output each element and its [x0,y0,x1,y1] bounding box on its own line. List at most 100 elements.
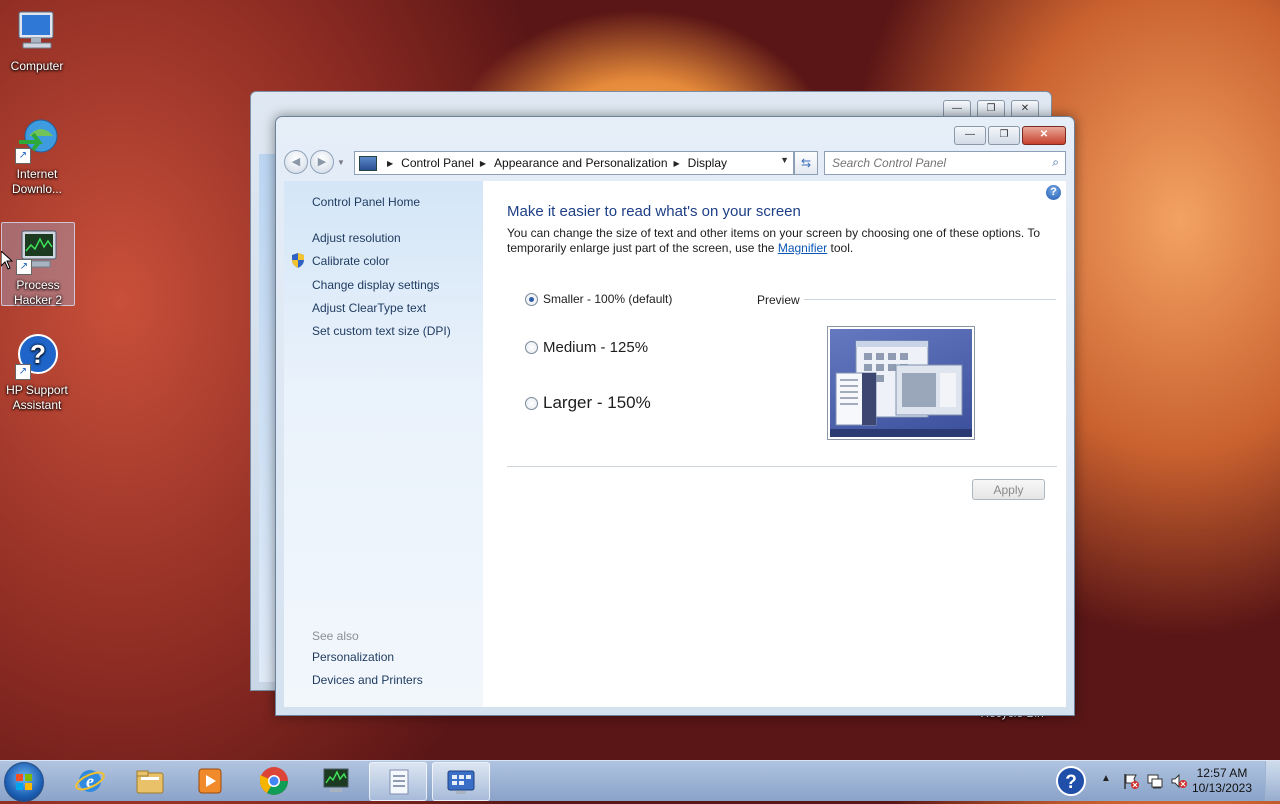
shortcut-arrow-icon: ↗ [15,148,31,164]
apply-button[interactable]: Apply [972,479,1045,500]
control-panel-home-link[interactable]: Control Panel Home [312,195,420,209]
taskbar-media-player[interactable] [182,762,238,799]
devices-and-printers-link[interactable]: Devices and Printers [312,673,423,687]
help-icon[interactable]: ? [1046,185,1061,200]
chevron-down-icon: ▼ [337,157,345,167]
breadcrumb-control-panel[interactable]: Control Panel [401,156,474,170]
preview-label: Preview [757,293,800,307]
refresh-button[interactable]: ⇆ [794,151,818,175]
personalization-link[interactable]: Personalization [312,650,394,664]
globe-download-icon: ↗ [13,116,61,164]
address-dropdown-icon[interactable]: ▼ [780,155,789,165]
desktop-icon-label: HP Support Assistant [6,383,68,412]
taskbar-control-panel[interactable] [432,762,490,801]
clock-time: 12:57 AM [1196,766,1248,780]
breadcrumb-arrow-icon[interactable]: ▶ [674,159,680,168]
calibrate-color-link[interactable]: Calibrate color [312,254,389,268]
preview-divider [804,299,1056,300]
control-panel-icon [447,770,475,794]
address-bar[interactable]: ▶ Control Panel ▶ Appearance and Persona… [354,151,794,175]
arrow-left-icon: ◀ [291,156,301,168]
breadcrumb-arrow-icon[interactable]: ▶ [480,159,486,168]
taskbar-process-hacker[interactable] [308,762,364,799]
custom-text-size-link[interactable]: Set custom text size (DPI) [312,324,451,338]
help-question-icon: ? ↗ [13,332,61,380]
control-panel-icon [359,155,377,171]
taskbar-file-explorer[interactable] [122,762,178,799]
display-control-panel-window[interactable]: — ❐ ✕ ◀ ▶ ▼ ▶ Control Panel ▶ Appearance… [275,116,1075,716]
computer-icon [13,8,61,56]
description-text: You can change the size of text and othe… [507,226,1041,255]
show-hidden-icons-chevron-icon[interactable]: ▲ [1101,773,1111,784]
volume-muted-icon[interactable] [1170,772,1188,793]
shortcut-arrow-icon: ↗ [15,364,31,380]
taskbar-internet-explorer[interactable]: e [62,762,118,799]
preview-windows-illustration [830,340,972,437]
search-box[interactable]: ⌕ [824,151,1066,175]
breadcrumb-appearance-personalization[interactable]: Appearance and Personalization [494,156,667,170]
action-center-flag-icon[interactable] [1122,772,1140,793]
windows-logo-icon [16,774,32,790]
process-hacker-icon: ↗ [14,227,62,275]
desktop-icon-label: Process Hacker 2 [13,278,63,307]
refresh-icon: ⇆ [800,156,812,170]
option-smaller[interactable]: Smaller - 100% (default) [525,292,672,306]
desktop-icon-hp-support-assistant[interactable]: ? ↗ HP Support Assistant [1,332,73,413]
radio-medium[interactable] [525,341,538,354]
taskbar-hp-support[interactable]: ? [1044,762,1098,799]
task-pane: Control Panel Home Adjust resolution Cal… [284,181,483,707]
forward-button[interactable]: ▶ [310,150,334,174]
clock-date: 10/13/2023 [1191,781,1252,795]
description-text-end: tool. [830,241,854,255]
option-label: Medium - 125% [543,339,649,356]
process-hacker-icon [323,768,349,792]
desktop-icon-internet-download-manager[interactable]: ↗ Internet Downlo... [1,116,73,197]
breadcrumb: ▶ Control Panel ▶ Appearance and Persona… [381,156,727,170]
uac-shield-icon [291,253,305,268]
see-also-heading: See also [312,629,359,643]
desktop-icon-label: Internet Downlo... [11,167,63,196]
breadcrumb-display[interactable]: Display [688,156,727,170]
adjust-cleartype-link[interactable]: Adjust ClearType text [312,301,426,315]
page-description: You can change the size of text and othe… [507,226,1047,256]
close-button[interactable]: ✕ [1022,126,1066,145]
magnifier-link[interactable]: Magnifier [778,241,827,255]
network-icon[interactable] [1146,772,1164,793]
minimize-button[interactable]: — [954,126,986,145]
option-larger[interactable]: Larger - 150% [525,393,651,413]
radio-larger[interactable] [525,396,538,410]
system-clock[interactable]: 12:57 AM 10/13/2023 [1192,766,1252,796]
section-divider [507,466,1057,467]
arrow-right-icon: ▶ [317,156,327,168]
search-input[interactable] [825,155,1044,171]
start-button[interactable] [4,762,44,802]
radio-smaller[interactable] [525,292,538,306]
page-title: Make it easier to read what's on your sc… [507,203,801,220]
preview-screen [830,329,972,437]
back-button[interactable]: ◀ [284,150,308,174]
preview-image [827,326,975,440]
internet-explorer-icon: e [75,769,105,792]
breadcrumb-arrow-icon[interactable]: ▶ [387,159,393,168]
svg-text:?: ? [30,339,46,369]
change-display-settings-link[interactable]: Change display settings [312,278,439,292]
taskbar: e ? ▲ 12:57 AM 10/13/2023 [0,760,1280,802]
taskbar-chrome[interactable] [246,762,302,799]
show-desktop-button[interactable] [1265,761,1280,801]
svg-text:?: ? [1065,772,1077,793]
document-icon [389,769,409,794]
folder-icon [136,770,164,793]
option-label: Larger - 150% [543,393,651,412]
adjust-resolution-link[interactable]: Adjust resolution [312,231,401,245]
option-label: Smaller - 100% (default) [543,292,673,306]
option-medium[interactable]: Medium - 125% [525,339,648,356]
navigation-bar: ◀ ▶ ▼ ▶ Control Panel ▶ Appearance and P… [284,149,1066,175]
media-player-icon [198,768,222,793]
desktop-icon-computer[interactable]: Computer [1,8,73,74]
search-icon[interactable]: ⌕ [1052,155,1059,170]
shortcut-arrow-icon: ↗ [16,259,32,275]
taskbar-document-window[interactable] [369,762,427,801]
maximize-button[interactable]: ❐ [988,126,1020,145]
recent-pages-dropdown[interactable]: ▼ [336,158,346,167]
help-question-icon: ? [1056,765,1086,796]
